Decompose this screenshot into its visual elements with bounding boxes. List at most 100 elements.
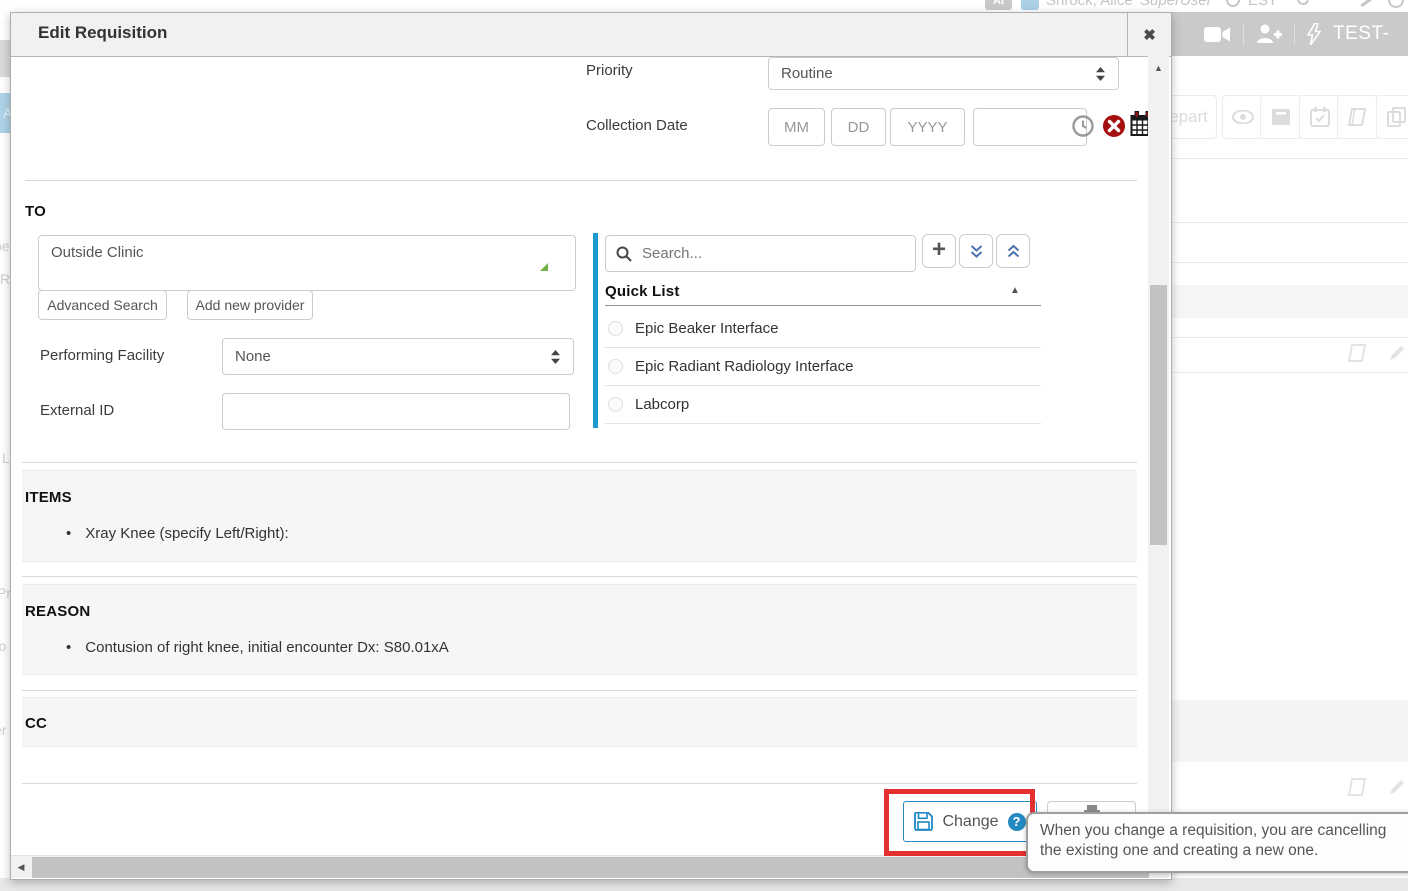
radio-icon[interactable] [608, 397, 623, 412]
text-fragment: pe [0, 238, 10, 254]
collapse-caret-icon[interactable]: ▲ [1010, 285, 1020, 296]
updown-caret-icon [1095, 66, 1106, 82]
items-entry: •Xray Knee (specify Left/Right): [66, 525, 289, 542]
external-id-label: External ID [40, 402, 114, 419]
resize-handle[interactable] [540, 263, 548, 271]
bullet-icon: • [66, 639, 71, 656]
items-band [22, 470, 1137, 562]
text-fragment: er [0, 722, 6, 738]
reason-entry: •Contusion of right knee, initial encoun… [66, 639, 449, 656]
video-call-icon[interactable] [1204, 26, 1231, 43]
left-fragments: A pe R L Pr ro er [0, 0, 10, 891]
book-icon[interactable] [1348, 778, 1368, 796]
expand-all-button[interactable] [959, 234, 993, 268]
collection-day-input[interactable] [831, 108, 886, 146]
nav-tab-fragment: A [0, 93, 10, 133]
directory-search-input[interactable] [640, 244, 905, 263]
performing-facility-label: Performing Facility [40, 347, 164, 364]
directory-accent-bar [593, 233, 598, 428]
add-recipient-button[interactable]: + [922, 234, 956, 268]
performing-facility-value: None [235, 348, 271, 365]
section-divider [22, 576, 1137, 577]
priority-select[interactable]: Routine [768, 57, 1119, 90]
double-chevron-down-icon [969, 244, 984, 259]
vertical-scroll-thumb[interactable] [1150, 285, 1167, 545]
annotation-highlight [884, 789, 1035, 856]
book-icon[interactable] [1337, 95, 1379, 139]
collection-time-input[interactable] [973, 108, 1087, 146]
background-content: epart [1155, 56, 1408, 878]
scroll-left-icon[interactable]: ◀ [11, 862, 31, 873]
globe-icon [1388, 0, 1404, 8]
eye-icon[interactable] [1222, 95, 1264, 139]
quick-list-header[interactable]: Quick List [605, 283, 680, 300]
pencil-icon[interactable] [1388, 344, 1406, 362]
quick-list-item[interactable]: Labcorp [605, 385, 1041, 424]
to-heading: TO [25, 203, 46, 220]
calendar-check-icon[interactable] [1299, 95, 1341, 139]
time-clock-icon[interactable] [1072, 115, 1094, 137]
recipient-textarea[interactable]: Outside Clinic [38, 235, 576, 291]
cc-band [22, 697, 1137, 747]
reason-heading: REASON [25, 603, 90, 620]
book-icon[interactable] [1348, 344, 1368, 362]
add-person-icon[interactable] [1256, 24, 1282, 44]
row-band [1155, 285, 1408, 318]
copy-icon[interactable] [1376, 95, 1408, 139]
ai-badge: AI [985, 0, 1012, 10]
search-icon [616, 246, 632, 262]
recipient-field-wrap: Outside Clinic [38, 235, 550, 273]
user-name: Shrock, Alice [1046, 0, 1133, 9]
text-fragment: ro [0, 638, 6, 654]
priority-value: Routine [781, 65, 833, 82]
section-divider [22, 462, 1137, 463]
row-divider [1155, 372, 1408, 373]
screen: AI Shrock, Alice SuperUser EST TEST- A p… [0, 0, 1408, 891]
change-tooltip: When you change a requisition, you are c… [1026, 812, 1408, 873]
collection-year-input[interactable] [890, 108, 965, 146]
add-new-provider-button[interactable]: Add new provider [187, 290, 313, 320]
search-icon [1297, 0, 1309, 5]
vertical-scrollbar[interactable]: ▲ [1148, 56, 1169, 855]
context-label: TEST- [1333, 23, 1389, 45]
archive-icon[interactable] [1260, 95, 1302, 139]
radio-icon[interactable] [608, 321, 623, 336]
separator [1294, 23, 1295, 45]
timezone-label: EST [1248, 0, 1277, 9]
separator [1243, 23, 1244, 45]
scroll-up-icon[interactable]: ▲ [1148, 63, 1169, 73]
double-chevron-up-icon [1006, 244, 1021, 259]
text-fragment: R [0, 271, 10, 287]
section-divider [25, 180, 1137, 181]
row-divider [1155, 222, 1408, 223]
reason-band [22, 584, 1137, 675]
row-band [1155, 700, 1408, 762]
clock-icon [1226, 0, 1240, 7]
clear-date-icon[interactable] [1102, 114, 1126, 138]
close-icon[interactable]: ✖ [1127, 13, 1171, 56]
collection-date-label: Collection Date [586, 117, 688, 134]
top-bar: AI Shrock, Alice SuperUser EST [0, 0, 1408, 12]
directory-search-wrap [605, 235, 916, 272]
items-heading: ITEMS [25, 489, 72, 506]
quick-list-item[interactable]: Epic Radiant Radiology Interface [605, 347, 1041, 386]
nav-fragment [0, 40, 10, 77]
bullet-icon: • [66, 525, 71, 542]
collapse-all-button[interactable] [996, 234, 1030, 268]
collection-month-input[interactable] [768, 108, 825, 146]
horizontal-scroll-thumb[interactable] [32, 857, 1149, 878]
cc-heading: CC [25, 715, 47, 732]
modal-header: Edit Requisition ✖ [11, 13, 1171, 57]
section-divider [22, 690, 1137, 691]
bolt-icon[interactable] [1307, 23, 1321, 45]
advanced-search-button[interactable]: Advanced Search [38, 290, 167, 320]
radio-icon[interactable] [608, 359, 623, 374]
text-fragment: L [2, 450, 10, 466]
external-id-input[interactable] [222, 393, 570, 430]
row-divider [1155, 158, 1408, 159]
quick-list-item[interactable]: Epic Beaker Interface [605, 309, 1041, 348]
modal-title: Edit Requisition [38, 23, 167, 43]
pencil-icon[interactable] [1388, 778, 1406, 796]
horizontal-scrollbar[interactable]: ◀ [11, 855, 1169, 878]
performing-facility-select[interactable]: None [222, 338, 574, 375]
